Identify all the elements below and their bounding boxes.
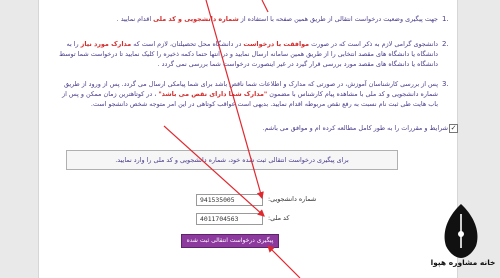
paragraph-number: 3.: [442, 80, 449, 88]
instruction-paragraph-1: جهت پیگیری وضعیت درخواست انتقالی از طریق…: [56, 14, 438, 24]
paragraph-number: 1.: [442, 15, 449, 23]
national-code-label: کد ملی:: [268, 214, 290, 222]
instruction-paragraph-2: دانشجوی گرامی لازم به ذکر است که در صورت…: [56, 39, 438, 69]
p3-highlight: "مدارک شما دارای نقص می باشد": [158, 90, 268, 98]
agreement-checkbox[interactable]: ✓: [449, 124, 458, 133]
tracking-notice: برای پیگیری درخواست انتقالی ثبت شده خود،…: [66, 150, 398, 170]
paragraph-number: 2.: [442, 40, 449, 48]
agreement-label: شرایط و مقررات را به طور کامل مطالعه کرد…: [262, 124, 449, 132]
p1-text-post: اقدام نمایید .: [116, 15, 154, 23]
p1-highlight: شماره دانشجویی و کد ملی: [153, 15, 239, 23]
logo-text: خانه مشاوره هپوا: [430, 258, 496, 267]
p2-text-pre: دانشجوی گرامی لازم به ذکر است که در صورت: [309, 40, 438, 48]
p2-highlight-2: مدارک مورد نیاز: [80, 40, 132, 48]
p2-highlight-1: موافقت با درخواست: [243, 40, 310, 48]
instruction-paragraph-3: پس از بررسی کارشناسان آموزش، در صورتی که…: [56, 79, 438, 109]
p2-text-mid: در دانشگاه محل تحصیلتان، لازم است که: [131, 40, 244, 48]
track-request-button[interactable]: پیگیری درخواست انتقالی ثبت شده: [181, 234, 279, 248]
student-number-field[interactable]: 941535005: [196, 194, 263, 206]
p1-text-pre: جهت پیگیری وضعیت درخواست انتقالی از طریق…: [238, 15, 438, 23]
national-code-field[interactable]: 4011704563: [196, 213, 263, 225]
student-number-label: شماره دانشجویی:: [268, 195, 317, 203]
